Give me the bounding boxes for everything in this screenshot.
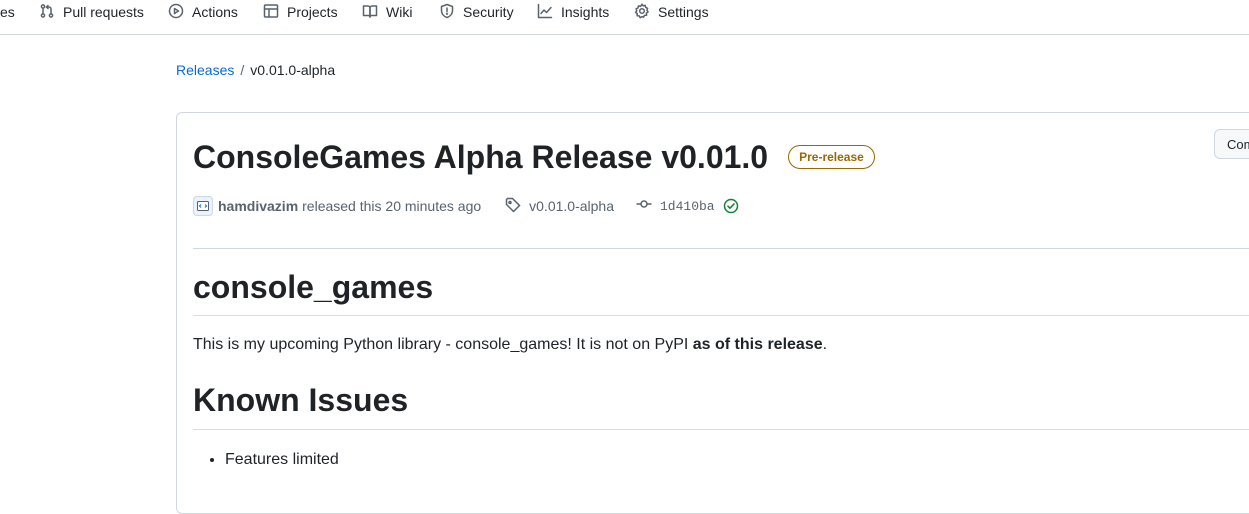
known-issues-list: Features limited	[193, 449, 339, 471]
book-icon	[362, 3, 378, 22]
nav-item-projects[interactable]: Projects	[263, 0, 338, 24]
description-text: This is my upcoming Python library - con…	[193, 336, 693, 353]
breadcrumb: Releases / v0.01.0-alpha	[176, 62, 335, 78]
code-avatar-icon	[197, 201, 209, 211]
release-title[interactable]: ConsoleGames Alpha Release v0.01.0	[193, 137, 768, 177]
shield-icon	[439, 3, 455, 22]
released-text: released this 20 minutes ago	[302, 198, 482, 214]
table-icon	[263, 3, 279, 22]
divider	[193, 248, 1249, 249]
pull-request-icon	[39, 3, 55, 22]
avatar[interactable]	[193, 196, 213, 216]
nav-item-label: Actions	[192, 4, 238, 20]
breadcrumb-separator: /	[240, 62, 245, 78]
git-commit-icon	[636, 196, 652, 216]
repo-nav: es Pull requests Actions Projects Wiki S…	[0, 0, 1249, 35]
author-link[interactable]: hamdivazim	[218, 198, 298, 214]
heading-rule	[193, 429, 1249, 430]
nav-item-label: Settings	[658, 4, 709, 20]
nav-item-actions[interactable]: Actions	[168, 0, 238, 24]
release-title-row: ConsoleGames Alpha Release v0.01.0 Pre-r…	[193, 137, 875, 177]
verified-check-icon[interactable]	[723, 198, 739, 214]
gear-icon	[634, 2, 650, 22]
graph-icon	[537, 3, 553, 22]
tag-icon	[505, 197, 521, 216]
description-bold: as of this release	[692, 336, 823, 353]
nav-item-label: Pull requests	[63, 4, 144, 20]
nav-item-security[interactable]: Security	[439, 0, 514, 24]
commit-sha: 1d410ba	[659, 198, 715, 214]
nav-item-pull-requests[interactable]: Pull requests	[39, 0, 144, 24]
nav-item-label: Projects	[287, 4, 338, 20]
nav-item-wiki[interactable]: Wiki	[362, 0, 412, 24]
nav-item-label: Wiki	[386, 4, 413, 20]
nav-item-label: es	[0, 4, 15, 20]
breadcrumb-current: v0.01.0-alpha	[250, 62, 336, 78]
nav-item-settings[interactable]: Settings	[634, 0, 709, 24]
play-icon	[168, 3, 184, 22]
pre-release-badge: Pre-release	[788, 145, 875, 169]
nav-item-label: Security	[463, 4, 514, 20]
tag-link[interactable]: v0.01.0-alpha	[505, 197, 614, 216]
breadcrumb-releases-link[interactable]: Releases	[176, 62, 234, 78]
tag-label: v0.01.0-alpha	[529, 198, 614, 214]
known-issues-heading: Known Issues	[193, 382, 409, 418]
release-description: This is my upcoming Python library - con…	[193, 334, 827, 356]
list-item: Features limited	[225, 449, 339, 471]
description-end: .	[822, 336, 828, 353]
compare-button[interactable]: Com	[1214, 129, 1249, 159]
nav-item-issues-partial[interactable]: es	[0, 0, 15, 24]
nav-item-label: Insights	[561, 4, 610, 20]
commit-link[interactable]: 1d410ba	[636, 196, 715, 216]
heading-rule	[193, 315, 1249, 316]
markdown-heading: console_games	[193, 269, 434, 305]
nav-item-insights[interactable]: Insights	[537, 0, 609, 24]
release-meta: hamdivazim released this 20 minutes ago …	[193, 196, 739, 216]
release-card: ConsoleGames Alpha Release v0.01.0 Pre-r…	[176, 112, 1249, 514]
compare-button-label: Com	[1227, 136, 1249, 152]
